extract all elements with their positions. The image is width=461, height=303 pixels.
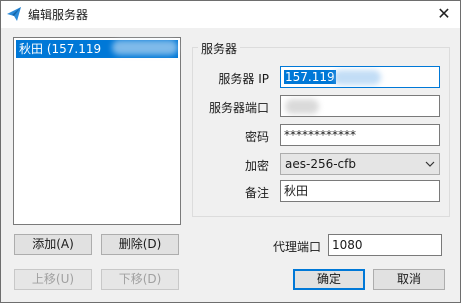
- server-group-title: 服务器: [198, 40, 241, 57]
- close-icon[interactable]: ✕: [434, 5, 454, 23]
- move-down-button[interactable]: 下移(D): [101, 269, 179, 290]
- proxy-port-value: 1080: [332, 238, 363, 252]
- proxy-port-label: 代理端口: [272, 240, 321, 254]
- server-list[interactable]: 秋田 (157.119: [13, 37, 181, 225]
- server-ip-label: 服务器 IP: [218, 72, 269, 86]
- window-title: 编辑服务器: [28, 8, 89, 22]
- encryption-label: 加密: [244, 159, 269, 173]
- move-up-button[interactable]: 上移(U): [14, 269, 92, 290]
- redacted-area: [285, 99, 319, 114]
- remarks-value: 秋田: [284, 184, 309, 198]
- remarks-field[interactable]: 秋田: [280, 180, 440, 202]
- server-ip-value: 157.119: [284, 70, 336, 84]
- chevron-down-icon: [425, 161, 435, 167]
- server-list-item-label: 秋田 (157.119: [19, 42, 102, 56]
- cancel-button[interactable]: 取消: [373, 269, 445, 290]
- server-port-field[interactable]: [280, 95, 440, 117]
- encryption-value: aes-256-cfb: [285, 157, 356, 171]
- edit-server-dialog: 编辑服务器 ✕ 秋田 (157.119 添加(A) 删除(D) 上移(U) 下移…: [0, 0, 461, 303]
- proxy-port-field[interactable]: 1080: [328, 234, 442, 256]
- delete-button[interactable]: 删除(D): [101, 234, 179, 255]
- password-field[interactable]: ************: [280, 124, 440, 146]
- server-ip-field[interactable]: 157.119: [280, 66, 440, 88]
- server-port-label: 服务器端口: [208, 101, 269, 115]
- paper-plane-icon: [7, 7, 21, 21]
- redacted-area: [333, 70, 381, 85]
- redacted-area: [112, 40, 178, 55]
- password-value: ************: [284, 128, 356, 142]
- ok-button[interactable]: 确定: [293, 269, 365, 290]
- password-label: 密码: [244, 130, 269, 144]
- title-bar: 编辑服务器 ✕: [1, 1, 460, 28]
- encryption-select[interactable]: aes-256-cfb: [280, 153, 440, 175]
- remarks-label: 备注: [244, 186, 269, 200]
- add-button[interactable]: 添加(A): [14, 234, 92, 255]
